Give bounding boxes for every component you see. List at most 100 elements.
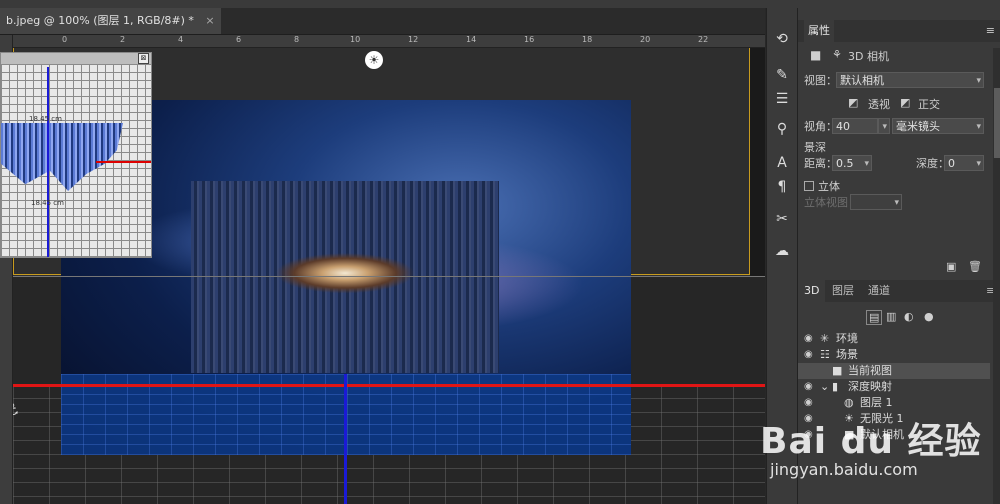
list-item[interactable]: ◉ ☷ 场景 — [798, 347, 990, 363]
projection-row: ◩ 透视 ◩ 正交 — [798, 96, 993, 116]
tab-properties[interactable]: 属性 — [804, 20, 834, 42]
list-item[interactable]: ◉ ✳ 环境 — [798, 331, 990, 347]
secondary-x-axis — [96, 161, 151, 163]
fov-value: 40 — [836, 120, 850, 133]
depth-value: 0 — [948, 157, 955, 170]
fov-unit-select[interactable]: 毫米镜头 ▾ — [892, 118, 984, 134]
chevron-down-icon: ▾ — [894, 198, 899, 208]
view-select-value: 默认相机 — [840, 74, 884, 87]
tab-layers[interactable]: 图层 — [826, 280, 860, 302]
horizontal-ruler[interactable]: 2 0 2 4 6 8 10 12 14 16 18 20 22 — [12, 35, 765, 48]
stereo-label[interactable]: 立体 — [818, 178, 840, 194]
render-icon[interactable]: ▣ — [946, 260, 956, 273]
chevron-down-icon: ▾ — [976, 159, 981, 169]
watermark: Bai du 经验 jingyan.baidu.com — [760, 412, 1000, 504]
eye-icon[interactable]: ◉ — [804, 347, 813, 363]
options-bar — [0, 0, 1000, 8]
history-icon[interactable]: ⟲ — [771, 28, 793, 50]
character-icon[interactable]: A — [771, 152, 793, 174]
scene-filter-icon[interactable]: ▤ — [866, 310, 883, 325]
secondary-z-axis — [47, 67, 49, 257]
adjustments-icon[interactable]: ☰ — [771, 88, 793, 110]
chevron-down-icon: ▾ — [976, 76, 981, 86]
document-tab[interactable]: b.jpeg @ 100% (图层 1, RGB/8#) * × — [0, 8, 221, 34]
mesh-filter-icon[interactable]: ▥ — [886, 310, 896, 323]
tab-channels[interactable]: 通道 — [862, 280, 896, 302]
material-icon: ◍ — [844, 396, 854, 409]
eye-icon[interactable]: ◉ — [804, 331, 813, 347]
list-item[interactable]: ◉ ⌄ ▮ 深度映射 — [798, 379, 990, 395]
fov-unit-value: 毫米镜头 — [896, 120, 940, 133]
chevron-down-icon: ▾ — [976, 122, 981, 132]
mesh-icon: ▮ — [832, 380, 839, 393]
galaxy-3d-object[interactable] — [191, 181, 499, 373]
ruler-label: 16 — [524, 35, 535, 44]
watermark-url: jingyan.baidu.com — [770, 460, 918, 479]
3d-filter-row: ▤ ▥ ◐ ● — [798, 310, 993, 330]
dof-title: 景深 — [804, 141, 826, 154]
close-icon[interactable]: × — [205, 14, 214, 27]
eye-icon[interactable]: ◉ — [804, 379, 813, 395]
stereo-view-row: 立体视图： ▾ — [798, 194, 993, 214]
panel-menu-icon[interactable]: ≡ — [986, 20, 995, 42]
brush-icon[interactable]: ✎ — [771, 64, 793, 86]
paragraph-icon[interactable]: ¶ — [771, 176, 793, 198]
camera-icon: ■ — [810, 48, 822, 62]
secondary-view-titlebar[interactable]: ⊠ — [1, 53, 151, 64]
stereo-view-select: ▾ — [850, 194, 902, 210]
list-item[interactable]: ◉ ◍ 图层 1 — [798, 395, 990, 411]
3d-icon: ⚘ — [832, 48, 842, 61]
watermark-logo: Bai du 经验 — [760, 421, 982, 462]
fov-input[interactable]: 40 — [832, 118, 878, 134]
fov-dropdown[interactable]: ▾ — [878, 118, 890, 134]
camera-title: 3D 相机 — [848, 50, 889, 63]
ruler-label: 2 — [120, 35, 126, 44]
light-filter-icon[interactable]: ● — [924, 310, 934, 323]
distance-value: 0.5 — [836, 157, 854, 170]
secondary-view[interactable]: ⊠ 18.45 cm 18.45 cm — [0, 52, 152, 258]
view-label: 视图： — [804, 74, 837, 87]
material-filter-icon[interactable]: ◐ — [904, 310, 914, 323]
ruler-label: 10 — [350, 35, 361, 44]
distance-input[interactable]: 0.5 ▾ — [832, 155, 872, 171]
chevron-down-icon: ▾ — [864, 159, 869, 169]
inset-dimension-label: 18.45 cm — [31, 199, 64, 207]
layer-name: 环境 — [836, 332, 858, 345]
cloud-libraries-icon[interactable]: ☁ — [771, 240, 793, 262]
perspective-icon[interactable]: ◩ — [848, 96, 858, 109]
scene-icon: ☷ — [820, 348, 830, 361]
scrollbar-thumb[interactable] — [994, 88, 1000, 158]
expand-icon[interactable]: ⊠ — [138, 53, 149, 64]
eye-icon[interactable]: ◉ — [804, 395, 813, 411]
ruler-label: 18 — [582, 35, 593, 44]
ruler-label: 0 — [62, 35, 68, 44]
list-item[interactable]: ■ 当前视图 — [798, 363, 990, 379]
orthographic-icon[interactable]: ◩ — [900, 96, 910, 109]
tab-3d[interactable]: 3D — [798, 280, 826, 302]
3d-panel-header: 3D 图层 通道 ≡ — [798, 280, 1000, 302]
anchor-icon: ⚓ — [13, 400, 19, 419]
layer-name: 当前视图 — [848, 364, 892, 377]
z-axis-line — [344, 374, 347, 504]
x-axis-line — [13, 384, 765, 387]
trash-icon[interactable]: 🗑 — [968, 260, 982, 273]
ruler-label: 14 — [466, 35, 477, 44]
ruler-label: 4 — [178, 35, 184, 44]
view-select[interactable]: 默认相机 ▾ — [836, 72, 984, 88]
ruler-label: 12 — [408, 35, 419, 44]
chevron-down-icon[interactable]: ⌄ — [820, 379, 829, 395]
perspective-button[interactable]: 透视 — [868, 96, 890, 112]
layer-name: 图层 1 — [860, 396, 893, 409]
stereo-checkbox[interactable] — [804, 181, 814, 191]
properties-header: 属性 ≡ — [798, 20, 1000, 42]
light-icon[interactable]: ☀ — [365, 51, 383, 69]
stamp-icon[interactable]: ⚲ — [771, 118, 793, 140]
environment-icon: ✳ — [820, 332, 830, 345]
document-tab-bar: b.jpeg @ 100% (图层 1, RGB/8#) * × — [0, 8, 765, 35]
orthographic-button[interactable]: 正交 — [918, 96, 940, 112]
tools-icon[interactable]: ✂ — [771, 208, 793, 230]
depth-input[interactable]: 0 ▾ — [944, 155, 984, 171]
layer-name: 场景 — [836, 348, 858, 361]
ruler-label: 22 — [698, 35, 709, 44]
document-tab-title: b.jpeg @ 100% (图层 1, RGB/8#) * — [6, 14, 194, 27]
